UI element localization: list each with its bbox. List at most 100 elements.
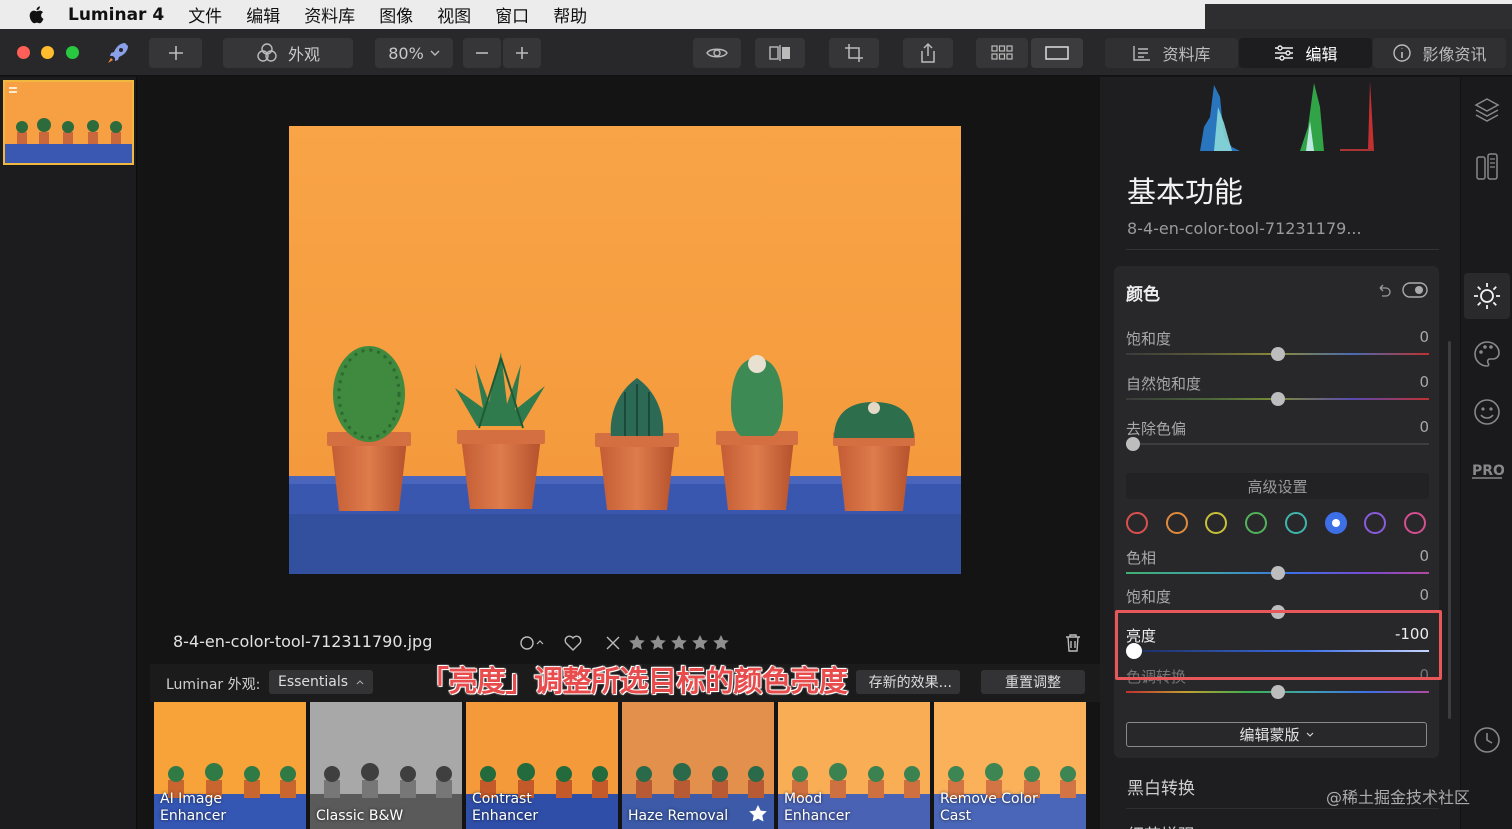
color-swatch-2[interactable]: [1165, 512, 1188, 534]
toolbar: 外观 80% 资料库 编辑 影像资讯: [0, 29, 1512, 76]
layers-icon[interactable]: [1461, 95, 1512, 123]
filmstrip-thumbnail[interactable]: [3, 80, 134, 165]
pro-tools-icon[interactable]: PRO: [1461, 459, 1512, 481]
toggle-visibility-icon[interactable]: [1402, 281, 1428, 299]
share-button[interactable]: [903, 38, 953, 68]
slider-knob[interactable]: [1270, 392, 1285, 406]
reset-adjustments-button[interactable]: 重置调整: [981, 670, 1085, 694]
detail-enhancer-section[interactable]: 细节增强: [1127, 821, 1195, 829]
slider-track[interactable]: [1126, 443, 1429, 445]
color-section-title[interactable]: 颜色: [1126, 280, 1160, 305]
zoom-value: 80%: [388, 43, 424, 63]
zoom-window-button[interactable]: [66, 46, 79, 59]
reject-x-icon[interactable]: [605, 635, 621, 651]
panel-scrollbar[interactable]: [1448, 341, 1451, 719]
app-menu[interactable]: Luminar 4: [68, 5, 164, 25]
color-swatch-8[interactable]: [1403, 512, 1426, 534]
preset-mood-enhancer[interactable]: Mood Enhancer: [778, 702, 930, 829]
preset-contrast-enhancer[interactable]: Contrast Enhancer: [466, 702, 618, 829]
portrait-face-icon[interactable]: [1461, 397, 1512, 427]
color-swatch-6[interactable]: [1324, 512, 1347, 534]
zoom-dropdown[interactable]: 80%: [375, 38, 453, 68]
menubar-status-area: [1205, 4, 1512, 29]
tab-edit[interactable]: 编辑: [1239, 38, 1372, 68]
main-photo[interactable]: [289, 126, 961, 574]
slider-knob[interactable]: [1270, 685, 1285, 699]
preset-label: Mood Enhancer: [784, 791, 851, 824]
menu-view[interactable]: 视图: [437, 2, 471, 27]
preset-haze-removal[interactable]: Haze Removal: [622, 702, 774, 829]
looks-collection-dropdown[interactable]: Essentials: [269, 670, 373, 694]
menu-library[interactable]: 资料库: [304, 2, 355, 27]
tab-edit-label: 编辑: [1305, 45, 1338, 64]
save-look-label: 存新的效果...: [868, 675, 952, 691]
history-clock-icon[interactable]: [1461, 725, 1512, 755]
menu-help[interactable]: 帮助: [553, 2, 587, 27]
sun-icon[interactable]: [1461, 281, 1512, 311]
color-swatch-4[interactable]: [1245, 512, 1268, 534]
caption-overlay: 「亮度」调整所选目标的颜色亮度: [420, 664, 849, 699]
slider-knob[interactable]: [1126, 437, 1140, 451]
heart-icon[interactable]: [563, 634, 583, 652]
close-window-button[interactable]: [17, 46, 30, 59]
tab-info[interactable]: 影像资讯: [1373, 38, 1506, 68]
slider-value: 0: [1419, 328, 1429, 346]
star-rating[interactable]: [627, 633, 735, 653]
edit-mask-button[interactable]: 编辑蒙版: [1126, 722, 1427, 747]
slider-label: 饱和度: [1126, 588, 1172, 606]
looks-collection-value: Essentials: [277, 674, 349, 690]
preset-remove-color-cast[interactable]: Remove Color Cast: [934, 702, 1086, 829]
minimize-window-button[interactable]: [41, 46, 54, 59]
menu-edit[interactable]: 编辑: [246, 2, 280, 27]
menu-window[interactable]: 窗口: [495, 2, 529, 27]
menu-image[interactable]: 图像: [379, 2, 413, 27]
preset-label: Remove Color Cast: [940, 791, 1038, 824]
single-view-button[interactable]: [1031, 38, 1083, 68]
trash-icon[interactable]: [1064, 633, 1082, 653]
add-button[interactable]: [149, 38, 202, 68]
plus-icon: [516, 47, 528, 59]
flag-circle-icon[interactable]: [519, 635, 545, 651]
preset-classic-bw[interactable]: Classic B&W: [310, 702, 462, 829]
color-swatch-7[interactable]: [1364, 512, 1387, 534]
preset-label: Classic B&W: [316, 808, 404, 824]
advanced-settings-toggle[interactable]: 高级设置: [1126, 473, 1429, 499]
slider-label: 去除色偏: [1126, 420, 1187, 438]
preset-label: Haze Removal: [628, 808, 729, 824]
rocket-icon[interactable]: [105, 40, 131, 70]
tool-sidebar: PRO: [1460, 77, 1512, 829]
panel-divider: [1126, 808, 1439, 809]
color-swatch-1[interactable]: [1126, 512, 1148, 534]
bw-conversion-section[interactable]: 黑白转换: [1127, 774, 1195, 799]
looks-button[interactable]: 外观: [223, 38, 353, 68]
preview-button[interactable]: [693, 38, 741, 68]
apple-icon[interactable]: [26, 4, 48, 26]
compare-button[interactable]: [755, 38, 805, 68]
color-swatch-3[interactable]: [1205, 512, 1228, 534]
palette-icon[interactable]: [1461, 339, 1512, 369]
tab-library[interactable]: 资料库: [1105, 38, 1238, 68]
minus-icon: [476, 52, 488, 54]
zoom-out-button[interactable]: [463, 38, 501, 68]
eye-icon: [706, 48, 728, 58]
svg-text:PRO: PRO: [1472, 463, 1504, 479]
menu-file[interactable]: 文件: [188, 2, 222, 27]
library-icon: [1133, 46, 1151, 61]
looks-bar-label: Luminar 外观:: [166, 677, 261, 693]
zoom-in-button[interactable]: [503, 38, 541, 68]
cactus-photo: [289, 126, 961, 574]
canvas-tools-icon[interactable]: [1461, 151, 1512, 183]
save-look-button[interactable]: 存新的效果...: [856, 670, 960, 694]
crop-button[interactable]: [829, 38, 879, 68]
color-swatch-5[interactable]: [1284, 512, 1307, 534]
undo-icon[interactable]: [1376, 282, 1392, 298]
slider-knob[interactable]: [1270, 566, 1285, 580]
preset-label: AI Image Enhancer: [160, 791, 227, 824]
edit-mask-label: 编辑蒙版: [1239, 726, 1300, 744]
watermark-text: @稀土掘金技术社区: [1326, 788, 1471, 807]
preset-ai-image-enhancer[interactable]: AI Image Enhancer: [154, 702, 306, 829]
slider-knob[interactable]: [1270, 347, 1285, 361]
grid-view-button[interactable]: [976, 38, 1028, 68]
compare-icon: [769, 45, 790, 61]
favorite-star-icon[interactable]: [748, 804, 768, 824]
